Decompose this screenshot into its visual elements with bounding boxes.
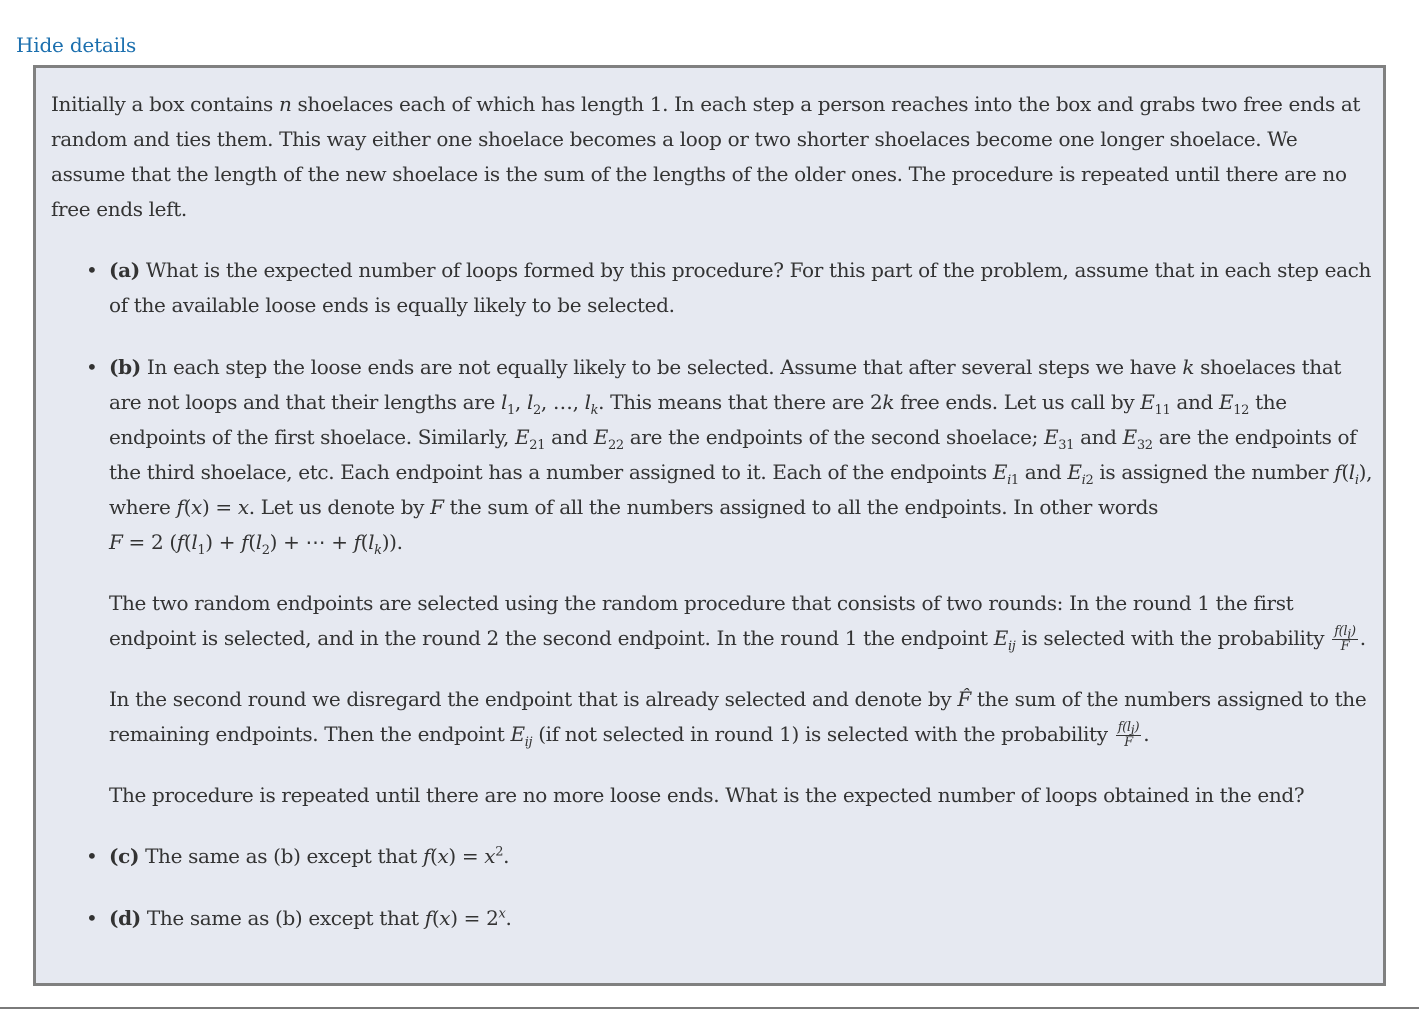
part-b-paragraph-4: The procedure is repeated until there ar…	[109, 783, 1305, 807]
part-d-text: The same as (b) except that	[140, 906, 425, 930]
parts-list: • (a) What is the expected number of loo…	[51, 253, 1376, 936]
probability-fraction: f(li) F	[1332, 624, 1358, 654]
part-d: • (d) The same as (b) except that f(x) =…	[51, 901, 1376, 936]
problem-content: Initially a box contains n shoelaces eac…	[51, 87, 1376, 936]
probability-fraction-hat: f(li) F̂	[1115, 720, 1142, 750]
hide-details-link[interactable]: Hide details	[16, 33, 136, 57]
part-c: • (c) The same as (b) except that f(x) =…	[51, 839, 1376, 874]
part-b-paragraph-2: The two random endpoints are selected us…	[109, 591, 1366, 654]
bullet: •	[86, 258, 98, 282]
part-b-paragraph-1: (b) In each step the loose ends are not …	[109, 355, 1373, 558]
intro-paragraph: Initially a box contains n shoelaces eac…	[51, 92, 1361, 221]
part-b: • (b) In each step the loose ends are no…	[51, 350, 1376, 813]
part-b-paragraph-3: In the second round we disregard the end…	[109, 687, 1367, 750]
bullet: •	[86, 355, 98, 379]
problem-box: Initially a box contains n shoelaces eac…	[33, 65, 1386, 986]
bottom-divider	[0, 1007, 1419, 1009]
part-a: • (a) What is the expected number of loo…	[51, 253, 1376, 323]
part-a-label: (a)	[109, 258, 140, 282]
part-c-label: (c)	[109, 844, 140, 868]
part-d-label: (d)	[109, 906, 141, 930]
bullet: •	[86, 906, 98, 930]
bullet: •	[86, 844, 98, 868]
part-a-text: What is the expected number of loops for…	[109, 258, 1372, 317]
part-c-text: The same as (b) except that	[139, 844, 423, 868]
